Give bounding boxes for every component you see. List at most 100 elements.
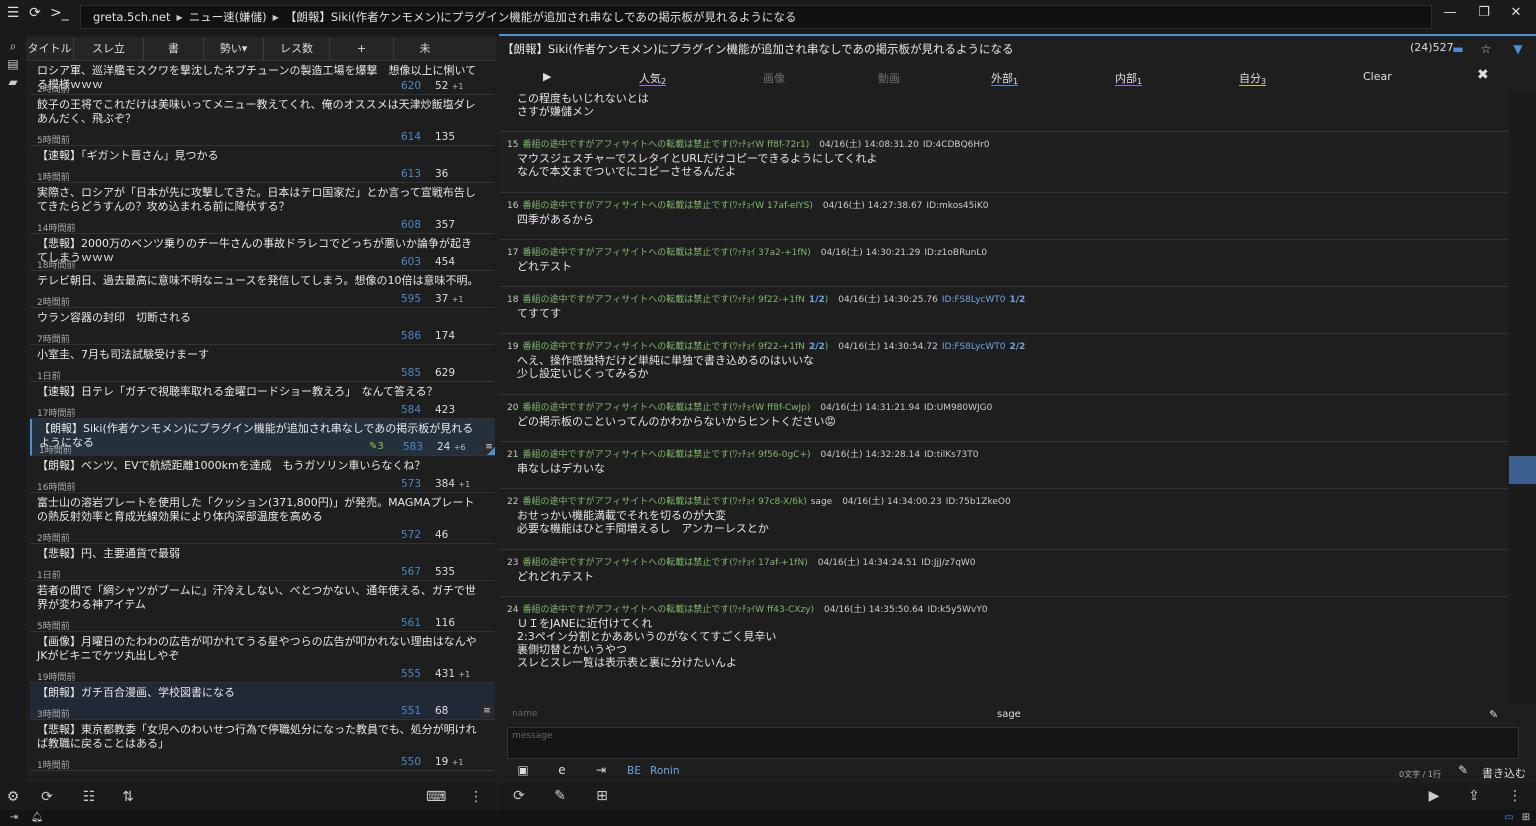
post-item[interactable]: 15 番組の途中ですがアフィサイトへの転載は禁止です(ﾜｯﾁｮｲW ff8f-72… xyxy=(499,132,1509,193)
tab-filter[interactable]: Clear xyxy=(1363,70,1392,83)
list-icon[interactable]: ☷ xyxy=(80,788,98,806)
post-number[interactable]: 18 xyxy=(507,295,518,305)
post-id[interactable]: ID:FS8LycWT0 xyxy=(942,295,1006,305)
tab-filter[interactable]: 画像 xyxy=(763,70,785,86)
document-icon[interactable]: ▣ xyxy=(515,763,531,779)
tab-filter[interactable]: 自分3 xyxy=(1239,70,1267,86)
post-item[interactable]: 17 番組の途中ですがアフィサイトへの転載は禁止です(ﾜｯﾁｮｲ 37a2-+1f… xyxy=(499,240,1509,287)
post-number[interactable]: 20 xyxy=(507,403,518,413)
refresh-icon[interactable]: ⟳ xyxy=(510,787,528,805)
column-created[interactable]: スレ立 xyxy=(74,37,144,61)
post-item[interactable]: 18 番組の途中ですがアフィサイトへの転載は禁止です(ﾜｯﾁｮｲ 9f22-+1f… xyxy=(499,287,1509,334)
thread-row[interactable]: 富士山の溶岩プレートを使用した「クッション(371,800円)」が発売。MAGM… xyxy=(30,493,495,544)
post-item[interactable]: 24 番組の途中ですがアフィサイトへの転載は禁止です(ﾜｯﾁｮｲW ff43-CX… xyxy=(499,597,1509,704)
post-author[interactable]: 番組の途中ですがアフィサイトへの転載は禁止です(ﾜｯﾁｮｲ 37a2-+1fN) xyxy=(522,248,810,258)
column-res-count[interactable]: レス数 xyxy=(264,37,330,61)
tab-filter[interactable]: 人気2 xyxy=(639,70,667,86)
post-id[interactable]: ID:k5y5WvY0 xyxy=(928,605,988,615)
bell-icon[interactable]: 🔔︎ xyxy=(30,811,44,825)
minus-icon[interactable]: ▬ xyxy=(1450,42,1466,58)
post-number[interactable]: 22 xyxy=(507,497,518,507)
post-number[interactable]: 16 xyxy=(507,201,518,211)
menu-icon[interactable]: ≡ xyxy=(481,705,493,717)
scrollbar-thumb[interactable] xyxy=(1509,456,1536,484)
thread-row[interactable]: 【朗報】ガチ百合漫画、学校図書になる 3時間前 551 68 ≡ xyxy=(30,683,495,720)
post-author[interactable]: 番組の途中ですがアフィサイトへの転載は禁止です(ﾜｯﾁｮｲ 17af-+1fN) xyxy=(522,558,807,568)
thread-row[interactable]: 【悲報】円、主要通貨で最弱 1日前 567 535 xyxy=(30,544,495,581)
post-id[interactable]: ID:4CDBQ6Hr0 xyxy=(923,140,990,150)
write-button[interactable]: 書き込む xyxy=(1482,765,1526,781)
column-title[interactable]: タイトル xyxy=(26,37,74,61)
write-icon[interactable]: ✎ xyxy=(1455,763,1471,779)
column-posted[interactable]: 書 xyxy=(144,37,204,61)
post-id[interactable]: ID:tilKs73T0 xyxy=(924,450,978,460)
ronin-button[interactable]: Ronin xyxy=(650,765,679,777)
post-item[interactable]: 21 番組の途中ですがアフィサイトへの転載は禁止です(ﾜｯﾁｮｲ 9f56-0gC… xyxy=(499,442,1509,489)
post-number[interactable]: 21 xyxy=(507,450,518,460)
star-icon[interactable]: ☆ xyxy=(1478,42,1494,58)
post-item[interactable]: 20 番組の途中ですがアフィサイトへの転載は禁止です(ﾜｯﾁｮｲW ff8f-Cw… xyxy=(499,395,1509,442)
post-scrollbar[interactable] xyxy=(1509,92,1536,704)
play-icon[interactable]: ▶ xyxy=(1425,787,1443,805)
post-author[interactable]: 番組の途中ですがアフィサイトへの転載は禁止です(ﾜｯﾁｮｲW ff8f-72r1… xyxy=(522,140,809,150)
browser-icon[interactable]: e xyxy=(554,763,570,779)
message-field[interactable]: message xyxy=(507,727,1519,759)
menu-icon[interactable]: ☰ xyxy=(4,4,22,22)
keyboard-icon[interactable]: ⌨ xyxy=(426,788,446,806)
thread-row[interactable]: 【画像】月曜日のたわわの広告が叩かれてうる星やつらの広告が叩かれない理由はなんや… xyxy=(30,632,495,683)
thread-row[interactable]: 【朗報】ベンツ、EVで航続距離1000kmを達成 もうガソリン車いらなくね？ 16… xyxy=(30,456,495,493)
thread-row[interactable]: 【速報】日テレ「ガチで視聴率取れる金曜ロードショー教えろ」 なんて答える？ 17時… xyxy=(30,382,495,419)
post-id[interactable]: ID:75b1ZkeO0 xyxy=(946,497,1011,507)
column-momentum[interactable]: 勢い▾ xyxy=(204,37,264,61)
more-icon[interactable]: ⋮ xyxy=(1506,787,1524,805)
address-bar[interactable]: greta.5ch.net ▶ ニュー速(嫌儲) ▶ 【朗報】Siki(作者ケン… xyxy=(80,5,1432,29)
thread-row[interactable]: 小室圭、7月も司法試験受けまーす 1日前 585 629 xyxy=(30,345,495,382)
thread-row[interactable]: ロシア軍、巡洋艦モスクワを撃沈したネプチューンの製造工場を爆撃 想像以上に悧いて… xyxy=(30,61,495,95)
pen-icon[interactable]: ✎ xyxy=(1489,708,1498,721)
post-number[interactable]: 15 xyxy=(507,140,518,150)
post-author[interactable]: 番組の途中ですがアフィサイトへの転載は禁止です(ﾜｯﾁｮｲW ff43-CXzy… xyxy=(522,605,814,615)
thread-row[interactable]: 【速報】「ギガント晋さん」見つかる 1時間前 613 36 xyxy=(30,146,495,183)
share-icon[interactable]: ⇪ xyxy=(1465,787,1483,805)
column-unread[interactable]: 未 xyxy=(394,37,456,61)
breadcrumb-board-host[interactable]: greta.5ch.net xyxy=(93,10,171,24)
mail-field[interactable]: sage xyxy=(997,709,1021,720)
thread-row[interactable]: テレビ朝日、過去最高に意味不明なニュースを発信してしまう。想像の10倍は意味不明… xyxy=(30,271,495,308)
tab-expand[interactable]: ▶ xyxy=(543,70,551,83)
login-icon[interactable]: ⇥ xyxy=(7,811,21,825)
breadcrumb-thread[interactable]: 【朗報】Siki(作者ケンモメン)にプラグイン機能が追加され串なしであの掲示板が… xyxy=(285,9,797,25)
post-author[interactable]: 番組の途中ですがアフィサイトへの転載は禁止です(ﾜｯﾁｮｲ 9f22-+1fN xyxy=(522,295,804,305)
close-button[interactable]: ✕ xyxy=(1494,4,1536,24)
post-id[interactable]: ID:UM980WJG0 xyxy=(924,403,992,413)
tab-filter[interactable]: 動画 xyxy=(878,70,900,86)
post-author[interactable]: 番組の途中ですがアフィサイトへの転載は禁止です(ﾜｯﾁｮｲ 9f22-+1fN xyxy=(522,342,804,352)
post-author[interactable]: 番組の途中ですがアフィサイトへの転載は禁止です(ﾜｯﾁｮｲW ff8f-CwJp… xyxy=(522,403,810,413)
sort-icon[interactable]: ⇅ xyxy=(119,788,137,806)
name-field[interactable]: name xyxy=(512,709,538,719)
post-number[interactable]: 23 xyxy=(507,558,518,568)
thread-row[interactable]: 【朗報】Siki(作者ケンモメン)にプラグイン機能が追加され串なしであの掲示板が… xyxy=(30,419,495,456)
edit-icon[interactable]: ✎ xyxy=(551,787,569,805)
thread-row[interactable]: 【悲報】2000万のベンツ乗りのチー牛さんの事故ドラレコでどっちが悪いか論争が起… xyxy=(30,234,495,271)
thread-row[interactable]: 【悲報】東京都教委「女児へのわいせつ行為で停職処分になった教員でも、処分が明けれ… xyxy=(30,720,495,771)
more-icon[interactable]: ⋮ xyxy=(467,788,485,806)
breadcrumb-board[interactable]: ニュー速(嫌儲) xyxy=(189,9,267,25)
post-id[interactable]: ID:JjJ/z7qW0 xyxy=(921,558,975,568)
be-button[interactable]: BE xyxy=(627,765,641,777)
list-icon[interactable]: ▤ xyxy=(5,56,21,72)
post-author[interactable]: 番組の途中ですがアフィサイトへの転載は禁止です(ﾜｯﾁｮｲW 17af-eIYS… xyxy=(522,201,812,211)
thread-row[interactable]: 若者の間で「網シャツがブームに」汗冷えしない、べとつかない、通年使える、ガチで世… xyxy=(30,581,495,632)
post-item[interactable]: 23 番組の途中ですがアフィサイトへの転載は禁止です(ﾜｯﾁｮｲ 17af-+1f… xyxy=(499,550,1509,597)
post-id[interactable]: ID:z1oBRunL0 xyxy=(924,248,987,258)
settings-icon[interactable]: ⚙ xyxy=(4,788,22,806)
thread-row[interactable]: 実際さ、ロシアが「日本が先に攻撃してきた。日本はテロ国家だ」とか言って宣戦布告し… xyxy=(30,183,495,234)
column-new[interactable]: + xyxy=(330,37,394,61)
split-icon[interactable]: ⊞ xyxy=(1519,811,1533,825)
login-icon[interactable]: ⇥ xyxy=(593,763,609,779)
post-author[interactable]: 番組の途中ですがアフィサイトへの転載は禁止です(ﾜｯﾁｮｲ 9f56-0gC+) xyxy=(522,450,810,460)
post-number[interactable]: 24 xyxy=(507,605,518,615)
thread-row[interactable]: 餃子の王将でこれだけは美味いってメニュー教えてくれ、俺のオススメは天津炒飯塩ダレ… xyxy=(30,95,495,146)
post-item[interactable]: 19 番組の途中ですがアフィサイトへの転載は禁止です(ﾜｯﾁｮｲ 9f22-+1f… xyxy=(499,334,1509,395)
filter-icon[interactable]: ▼ xyxy=(1510,42,1526,58)
search-icon[interactable]: ⌕ xyxy=(5,38,21,54)
